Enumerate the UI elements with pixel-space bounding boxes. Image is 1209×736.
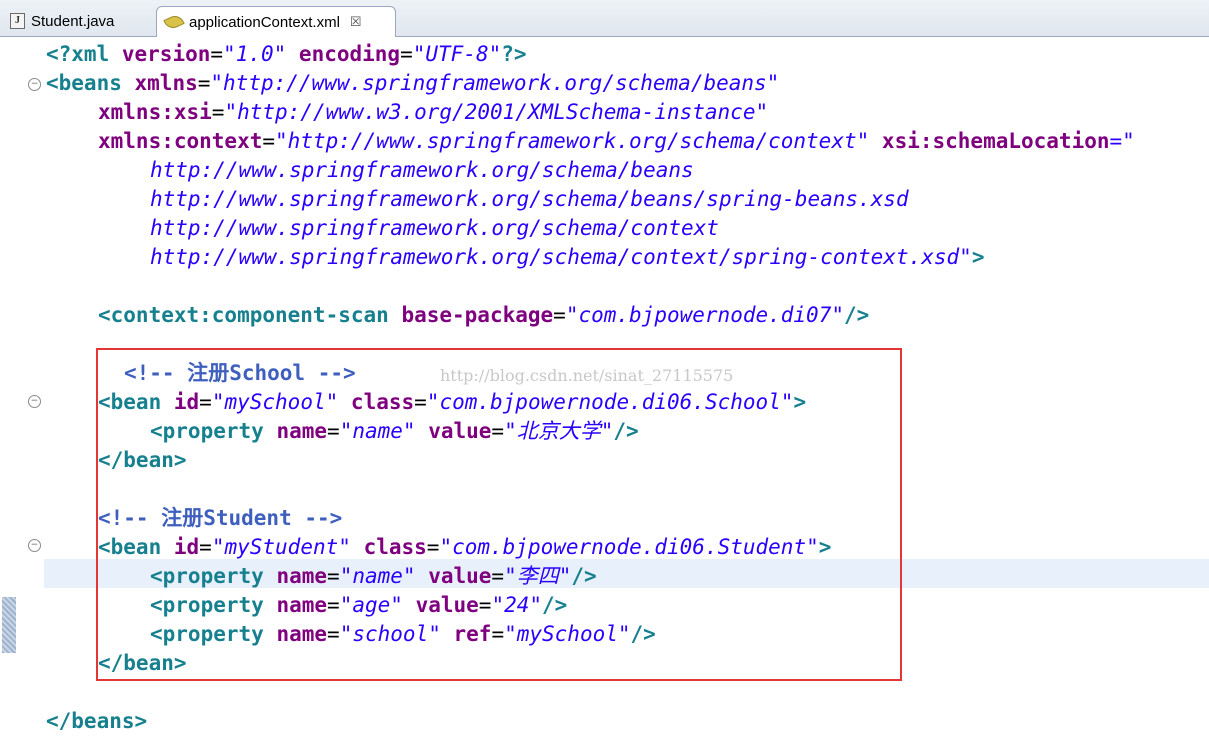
tab-application-context-xml[interactable]: applicationContext.xml ☒ bbox=[156, 6, 396, 37]
change-marker bbox=[2, 597, 16, 653]
xml-leaf-icon bbox=[163, 12, 185, 32]
tab-label: applicationContext.xml bbox=[189, 13, 340, 31]
tab-student-java[interactable]: J Student.java bbox=[2, 6, 154, 36]
code-line-6: http://www.springframework.org/schema/be… bbox=[150, 187, 909, 211]
watermark: http://blog.csdn.net/sinat_27115575 bbox=[440, 366, 734, 385]
collapse-icon[interactable]: − bbox=[28, 78, 41, 91]
code-line-8: http://www.springframework.org/schema/co… bbox=[150, 245, 985, 269]
editor-left-ruler bbox=[0, 37, 20, 732]
code-line-3: xmlns:xsi="http://www.w3.org/2001/XMLSch… bbox=[98, 100, 769, 124]
java-file-icon: J bbox=[10, 13, 25, 29]
code-line-2: <beans xmlns="http://www.springframework… bbox=[46, 71, 780, 95]
code-line-10: <context:component-scan base-package="co… bbox=[98, 303, 870, 327]
close-icon[interactable]: ☒ bbox=[350, 14, 362, 30]
collapse-icon[interactable]: − bbox=[28, 539, 41, 552]
editor-tab-bar: J Student.java applicationContext.xml ☒ bbox=[0, 0, 1209, 37]
code-line-1: <?xml version="1.0" encoding="UTF-8"?> bbox=[46, 42, 527, 66]
code-line-7: http://www.springframework.org/schema/co… bbox=[150, 216, 719, 240]
highlight-box bbox=[96, 348, 902, 681]
code-line-5: http://www.springframework.org/schema/be… bbox=[150, 158, 694, 182]
collapse-icon[interactable]: − bbox=[28, 395, 41, 408]
code-line-4: xmlns:context="http://www.springframewor… bbox=[98, 129, 1135, 153]
tab-label: Student.java bbox=[31, 12, 115, 30]
